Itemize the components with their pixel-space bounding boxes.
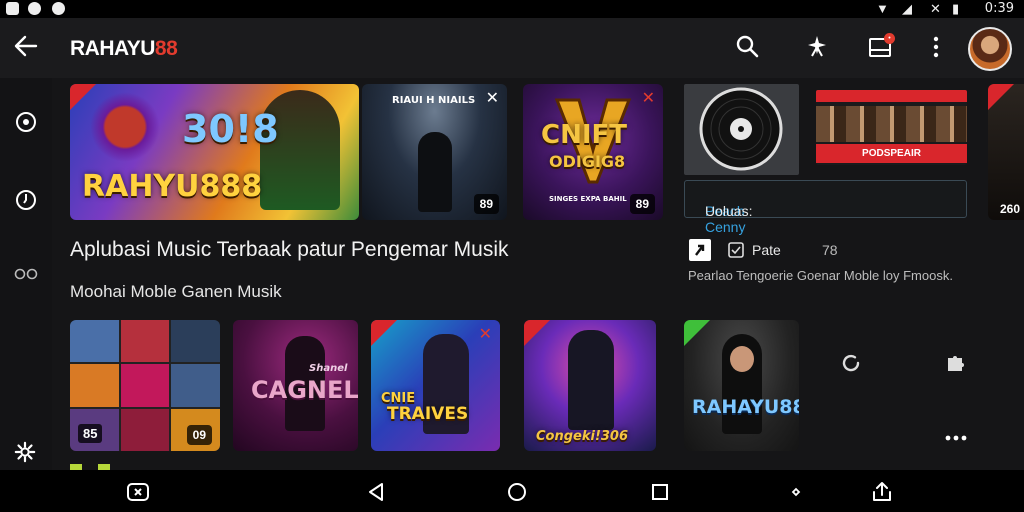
refresh-icon[interactable]	[840, 352, 862, 374]
card-art-subtitle: Shanel	[309, 363, 348, 374]
description-text: Pearlao Tengoerie Goenar Moble loy Fmoos…	[688, 268, 953, 283]
chip-number: 78	[822, 242, 838, 258]
overview-nav-icon[interactable]	[648, 480, 672, 504]
corner-ribbon	[988, 84, 1014, 110]
corner-ribbon	[684, 320, 710, 346]
close-icon[interactable]: ✕	[642, 88, 655, 108]
sparkle-icon[interactable]	[803, 33, 831, 61]
card-count: 89	[629, 194, 655, 214]
card-count: 89	[473, 194, 499, 214]
home-nav-icon[interactable]	[505, 480, 529, 504]
wifi-icon: ▼	[876, 1, 889, 16]
side-rail	[0, 78, 52, 470]
dot-nav-icon[interactable]	[784, 480, 808, 504]
notification-icon	[52, 2, 65, 15]
record-icon[interactable]	[14, 110, 38, 134]
banner-card[interactable]: PODSPEAIR	[816, 90, 967, 165]
performer-face	[730, 346, 754, 372]
more-vert-icon[interactable]	[922, 33, 950, 61]
share-box-icon[interactable]	[688, 238, 712, 262]
back-nav-icon[interactable]	[364, 480, 388, 504]
search-suffix: Uoluas:	[705, 203, 753, 219]
notification-badge: •	[884, 33, 895, 44]
puzzle-icon[interactable]	[945, 352, 967, 374]
search-input[interactable]: Peach Cenny Uoluas:	[684, 180, 967, 235]
share-nav-icon[interactable]	[870, 480, 894, 504]
featured-card-1[interactable]: 30!8 RAHYU888	[70, 84, 359, 220]
grid-card-4[interactable]: Congeki!306	[524, 320, 656, 451]
app-logo: RAHAYU88	[70, 37, 178, 61]
notification-icon	[6, 2, 19, 15]
avatar[interactable]	[968, 27, 1012, 71]
app-bar: RAHAYU88 •	[0, 18, 1024, 78]
card-art-subtitle: TRAIVES	[387, 404, 469, 424]
grid-card-2[interactable]: CAGNEL Shanel	[233, 320, 358, 451]
corner-ribbon	[371, 320, 397, 346]
card-count: 09	[186, 425, 212, 445]
grid-card-3[interactable]: ✕ CNIE TRAIVES	[371, 320, 500, 451]
card-art-title: RAHAYU88	[692, 396, 799, 418]
system-nav-bar	[0, 470, 1024, 512]
chip-label: Pate	[752, 242, 781, 258]
mute-icon: ✕	[930, 1, 941, 16]
brand-number: 88	[154, 37, 178, 60]
grid-card-1[interactable]: 85 09	[70, 320, 220, 451]
grid-card-5[interactable]: RAHAYU88	[684, 320, 799, 451]
card-art-title: CAGNEL	[251, 376, 358, 404]
banner-top-strip	[816, 90, 967, 102]
page-headline: Aplubasi Music Terbaak patur Pengemar Mu…	[70, 238, 509, 261]
clock-icon[interactable]	[14, 188, 38, 212]
card-art-subtitle: ODIGIG8	[549, 152, 626, 171]
signal-icon: ◢	[902, 1, 912, 16]
vinyl-record-icon	[699, 87, 783, 171]
hero-art	[90, 92, 160, 162]
featured-card-3[interactable]: ✕ CNIFT ODIGIG8 SINGES EXPA BAHIL 89	[523, 84, 663, 220]
performer-silhouette	[418, 132, 452, 212]
vinyl-card[interactable]	[684, 84, 799, 175]
banner-thumbnails	[816, 106, 967, 142]
search-icon[interactable]	[734, 33, 762, 61]
dual-circle-icon[interactable]	[14, 262, 38, 286]
card-count: 260	[1000, 202, 1021, 216]
corner-ribbon	[524, 320, 550, 346]
close-icon[interactable]: ✕	[479, 324, 492, 344]
battery-icon: ▮	[952, 1, 960, 16]
close-icon[interactable]: ✕	[486, 88, 499, 108]
card-caption: SINGES EXPA BAHIL	[549, 195, 627, 203]
card-art-title: RIAUI H NIAILS	[392, 95, 476, 106]
card-art-title: RAHYU888	[82, 169, 263, 204]
featured-card-2[interactable]: ✕ RIAUI H NIAILS 89	[362, 84, 507, 220]
card-art-number: 30!8	[182, 107, 279, 151]
checkbox-icon[interactable]	[728, 242, 744, 258]
recents-icon[interactable]	[126, 480, 150, 504]
brand-text: RAHAYU	[70, 37, 155, 60]
featured-card-partial[interactable]: 260	[988, 84, 1024, 220]
card-count: 85	[78, 424, 103, 443]
settings-icon[interactable]	[14, 441, 36, 463]
back-icon[interactable]	[12, 32, 40, 60]
page-subheading: Moohai Moble Ganen Musik	[70, 282, 282, 301]
card-art-title: CNIFT	[541, 120, 628, 150]
status-time: 0:39	[984, 1, 1014, 16]
banner-label: PODSPEAIR	[816, 144, 967, 163]
notification-icon	[28, 2, 41, 15]
card-art-title: Congeki!306	[536, 429, 629, 444]
more-horiz-icon[interactable]	[944, 428, 968, 448]
corner-ribbon	[70, 84, 96, 110]
status-bar: ▼ ◢ ✕ ▮ 0:39	[0, 0, 1024, 18]
performer-silhouette	[568, 330, 614, 430]
